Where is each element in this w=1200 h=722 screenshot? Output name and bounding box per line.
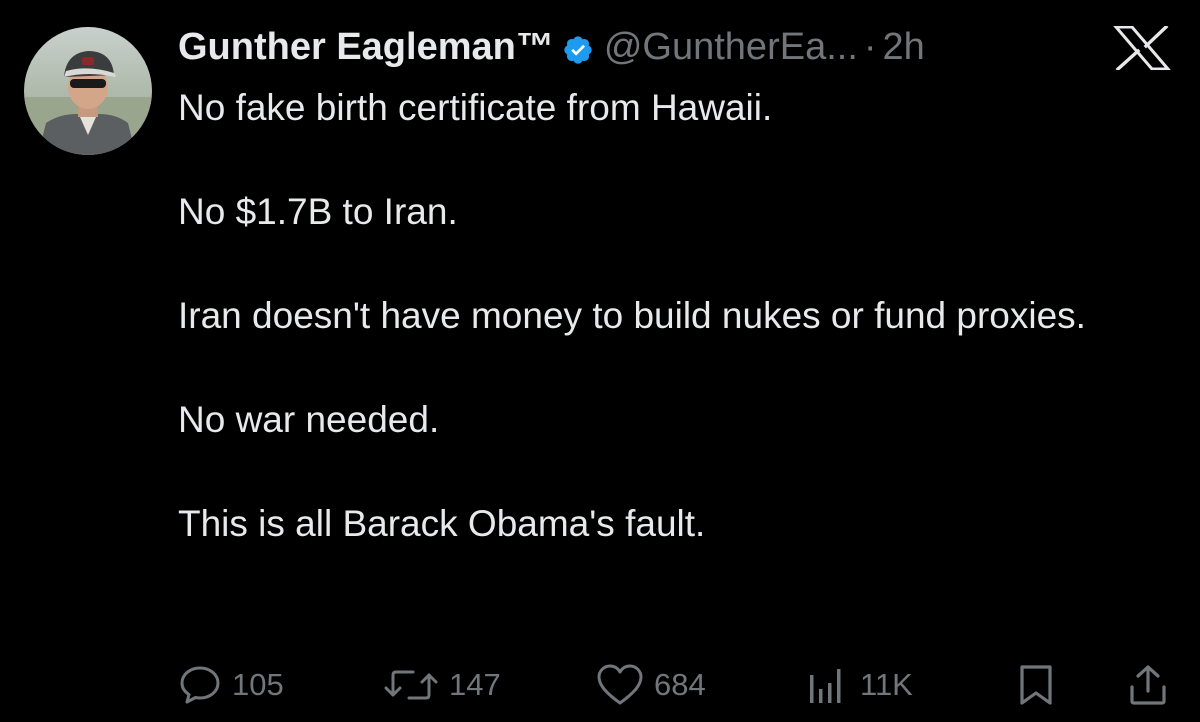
tweet-paragraph: No fake birth certificate from Hawaii.	[178, 87, 773, 128]
like-button[interactable]: 684	[596, 660, 706, 710]
tweet-timestamp[interactable]: 2h	[883, 24, 925, 70]
repost-count: 147	[449, 667, 501, 702]
share-button[interactable]	[1126, 660, 1170, 710]
reply-icon	[180, 666, 220, 704]
tweet-paragraph: This is all Barack Obama's fault.	[178, 503, 706, 544]
bookmark-button[interactable]	[1016, 660, 1056, 710]
tweet-paragraph: No war needed.	[178, 399, 440, 440]
header-separator: ·	[863, 26, 877, 68]
tweet-paragraph: Iran doesn't have money to build nukes o…	[178, 295, 1086, 336]
tweet-action-bar: 105 147 684 11K	[0, 660, 1200, 710]
verified-badge-icon[interactable]	[562, 31, 594, 64]
avatar[interactable]	[24, 27, 152, 155]
tweet-header: Gunther Eagleman™ @GuntherEa... · 2h	[178, 24, 925, 70]
like-count: 684	[654, 667, 706, 702]
heart-icon	[597, 664, 643, 705]
tweet: Gunther Eagleman™ @GuntherEa... · 2h No …	[0, 0, 1200, 722]
bookmark-icon	[1020, 665, 1052, 705]
reply-count: 105	[232, 667, 284, 702]
views-button[interactable]: 11K	[806, 660, 913, 710]
x-logo-icon	[1112, 24, 1172, 72]
author-display-name[interactable]: Gunther Eagleman™	[178, 24, 554, 70]
repost-button[interactable]: 147	[383, 660, 501, 710]
profile-photo-avatar	[24, 27, 152, 155]
repost-icon	[384, 670, 438, 700]
share-icon	[1130, 665, 1166, 705]
author-handle[interactable]: @GuntherEa...	[604, 24, 858, 70]
tweet-paragraph: No $1.7B to Iran.	[178, 191, 458, 232]
tweet-body: No fake birth certificate from Hawaii. N…	[178, 82, 1158, 550]
view-count: 11K	[860, 667, 913, 702]
analytics-bar-chart-icon	[810, 669, 841, 703]
reply-button[interactable]: 105	[178, 660, 284, 710]
